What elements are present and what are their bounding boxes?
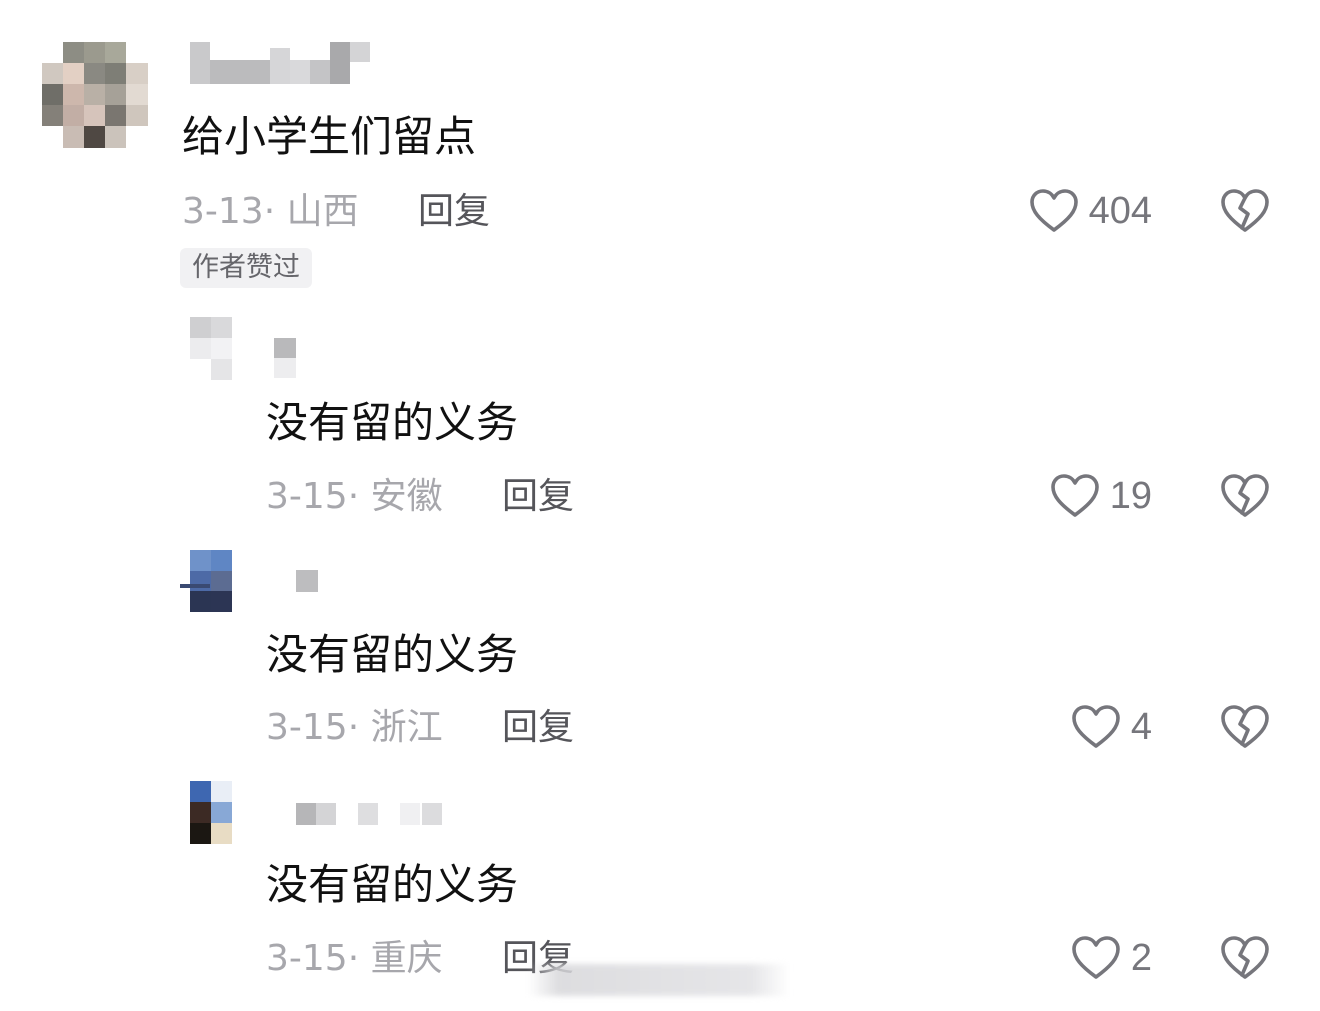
avatar[interactable] [180, 550, 232, 612]
comment-date-location: 3-15· 安徽 [266, 475, 443, 519]
username-redacted[interactable] [296, 803, 446, 825]
comment-text: 给小学生们留点 [182, 112, 477, 161]
heart-outline-icon [1072, 936, 1120, 979]
comment-date-location: 3-13· 山西 [182, 190, 359, 234]
like-count: 404 [1088, 190, 1152, 232]
reply-button[interactable]: 回复 [502, 475, 574, 519]
comment-date: 3-13 [182, 191, 264, 232]
comment-date-location: 3-15· 浙江 [266, 706, 443, 750]
username-redacted[interactable] [190, 42, 370, 84]
like-button[interactable]: 2 [1071, 933, 1152, 983]
like-button[interactable]: 4 [1071, 702, 1152, 752]
comment-location: 山西 [286, 191, 359, 232]
heart-outline-icon [1029, 189, 1078, 232]
comment-date: 3-15 [266, 476, 348, 517]
like-count: 4 [1130, 706, 1152, 748]
comment-text: 没有留的义务 [266, 630, 519, 679]
meta-separator: · [347, 476, 360, 517]
comment-text: 没有留的义务 [266, 860, 519, 909]
like-count: 2 [1130, 937, 1152, 979]
broken-heart-icon[interactable] [1220, 933, 1270, 983]
comment-text: 没有留的义务 [266, 398, 519, 447]
broken-heart-icon[interactable] [1220, 702, 1270, 752]
comment-date: 3-15 [266, 938, 348, 979]
avatar[interactable] [42, 42, 148, 148]
meta-separator: · [263, 191, 276, 232]
comment-date: 3-15 [266, 707, 348, 748]
meta-separator: · [347, 707, 360, 748]
watermark-overlay [528, 964, 790, 996]
heart-outline-icon [1072, 705, 1120, 748]
meta-separator: · [347, 938, 360, 979]
reply-button[interactable]: 回复 [418, 190, 490, 234]
comment-location: 安徽 [370, 476, 443, 517]
like-button[interactable]: 404 [1029, 186, 1152, 236]
avatar[interactable] [190, 317, 232, 380]
like-button[interactable]: 19 [1050, 471, 1152, 521]
broken-heart-icon[interactable] [1220, 186, 1270, 236]
username-redacted[interactable] [274, 338, 298, 380]
reply-button[interactable]: 回复 [502, 706, 574, 750]
heart-outline-icon [1050, 474, 1099, 517]
comment-location: 重庆 [370, 938, 443, 979]
like-count: 19 [1109, 475, 1152, 517]
comment-location: 浙江 [370, 707, 443, 748]
author-liked-badge: 作者赞过 [180, 248, 312, 288]
broken-heart-icon[interactable] [1220, 471, 1270, 521]
avatar[interactable] [190, 781, 232, 844]
comment-date-location: 3-15· 重庆 [266, 937, 443, 981]
username-redacted[interactable] [296, 570, 318, 592]
